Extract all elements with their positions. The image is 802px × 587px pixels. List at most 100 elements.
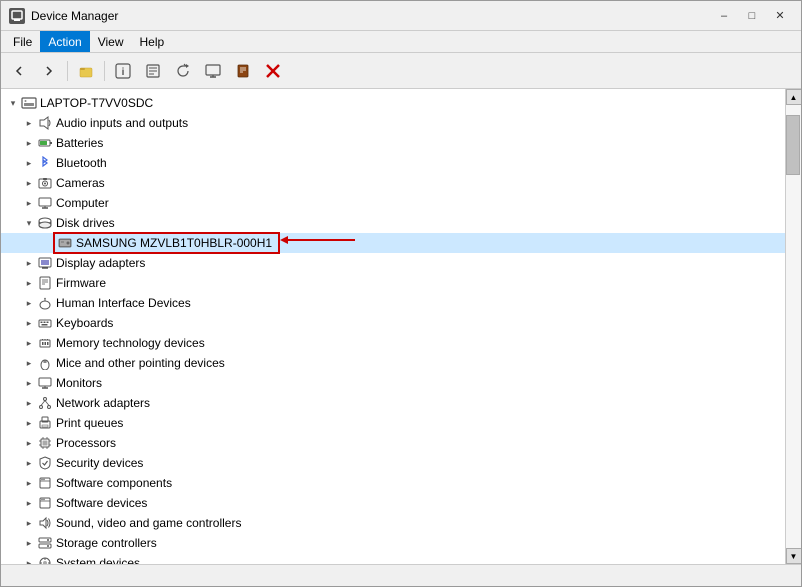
toolbar-refresh-button[interactable] <box>169 57 197 85</box>
print-expand[interactable]: ▸ <box>21 415 37 431</box>
hid-icon <box>37 295 53 311</box>
computer-label: Computer <box>56 196 109 210</box>
toolbar-separator-1 <box>67 61 68 81</box>
tree-item-keyboards[interactable]: ▸ Keyboards <box>1 313 785 333</box>
tree-item-diskdrives[interactable]: ▾ Disk drives <box>1 213 785 233</box>
tree-item-cameras[interactable]: ▸ Cameras <box>1 173 785 193</box>
memory-label: Memory technology devices <box>56 336 205 350</box>
batteries-label: Batteries <box>56 136 103 150</box>
svg-text:i: i <box>122 67 125 78</box>
menu-view[interactable]: View <box>90 31 132 52</box>
security-expand[interactable]: ▸ <box>21 455 37 471</box>
cameras-icon <box>37 175 53 191</box>
tree-item-softwarecomp[interactable]: ▸ Software components <box>1 473 785 493</box>
tree-item-audio[interactable]: ▸ Audio inputs and outputs <box>1 113 785 133</box>
tree-item-memory[interactable]: ▸ Memory technology devices <box>1 333 785 353</box>
bluetooth-expand[interactable]: ▸ <box>21 155 37 171</box>
audio-expand[interactable]: ▸ <box>21 115 37 131</box>
toolbar: i <box>1 53 801 89</box>
cameras-expand[interactable]: ▸ <box>21 175 37 191</box>
security-icon <box>37 455 53 471</box>
tree-item-batteries[interactable]: ▸ Batteries <box>1 133 785 153</box>
content-area: ▾ LAPTOP-T7VV0SDC ▸ <box>1 89 801 564</box>
tree-item-print[interactable]: ▸ Print queues <box>1 413 785 433</box>
monitors-icon <box>37 375 53 391</box>
tree-item-display[interactable]: ▸ Display adapters <box>1 253 785 273</box>
maximize-button[interactable]: □ <box>739 6 765 26</box>
tree-item-network[interactable]: ▸ Network adapters <box>1 393 785 413</box>
tree-item-samsung[interactable]: SAMSUNG MZVLB1T0HBLR-000H1 <box>1 233 785 253</box>
scroll-down-button[interactable]: ▼ <box>786 548 802 564</box>
system-expand[interactable]: ▸ <box>21 555 37 564</box>
system-label: System devices <box>56 556 140 564</box>
toolbar-info-button[interactable]: i <box>109 57 137 85</box>
softwarecomp-label: Software components <box>56 476 172 490</box>
network-expand[interactable]: ▸ <box>21 395 37 411</box>
vertical-scrollbar[interactable]: ▲ ▼ <box>785 89 801 564</box>
tree-item-softwaredev[interactable]: ▸ Software devices <box>1 493 785 513</box>
tree-item-sound[interactable]: ▸ Sound, video and game controllers <box>1 513 785 533</box>
scroll-track[interactable] <box>786 105 801 548</box>
toolbar-upfolder-button[interactable] <box>72 57 100 85</box>
samsung-disk-icon <box>57 235 73 251</box>
menu-action[interactable]: Action <box>40 31 89 52</box>
scroll-thumb[interactable] <box>786 115 800 175</box>
network-icon <box>37 395 53 411</box>
print-label: Print queues <box>56 416 123 430</box>
toolbar-back-button[interactable] <box>5 57 33 85</box>
title-bar: Device Manager – □ ✕ <box>1 1 801 31</box>
firmware-expand[interactable]: ▸ <box>21 275 37 291</box>
display-expand[interactable]: ▸ <box>21 255 37 271</box>
mice-label: Mice and other pointing devices <box>56 356 225 370</box>
tree-item-bluetooth[interactable]: ▸ Bluetooth <box>1 153 785 173</box>
bluetooth-icon <box>37 155 53 171</box>
scroll-up-button[interactable]: ▲ <box>786 89 802 105</box>
minimize-button[interactable]: – <box>711 6 737 26</box>
mice-icon <box>37 355 53 371</box>
tree-item-monitors[interactable]: ▸ Monitors <box>1 373 785 393</box>
menu-file[interactable]: File <box>5 31 40 52</box>
menu-help[interactable]: Help <box>132 31 173 52</box>
sound-icon <box>37 515 53 531</box>
samsung-expand <box>37 235 53 251</box>
security-label: Security devices <box>56 456 143 470</box>
display-label: Display adapters <box>56 256 145 270</box>
root-expand[interactable]: ▾ <box>5 95 21 111</box>
toolbar-driver-button[interactable] <box>229 57 257 85</box>
storage-expand[interactable]: ▸ <box>21 535 37 551</box>
tree-item-processors[interactable]: ▸ Processors <box>1 433 785 453</box>
softwarecomp-expand[interactable]: ▸ <box>21 475 37 491</box>
tree-root[interactable]: ▾ LAPTOP-T7VV0SDC <box>1 93 785 113</box>
device-tree: ▾ LAPTOP-T7VV0SDC ▸ <box>1 89 785 564</box>
firmware-label: Firmware <box>56 276 106 290</box>
tree-item-system[interactable]: ▸ System devices <box>1 553 785 564</box>
root-icon <box>21 95 37 111</box>
sound-expand[interactable]: ▸ <box>21 515 37 531</box>
processors-expand[interactable]: ▸ <box>21 435 37 451</box>
hid-expand[interactable]: ▸ <box>21 295 37 311</box>
diskdrives-expand[interactable]: ▾ <box>21 215 37 231</box>
mice-expand[interactable]: ▸ <box>21 355 37 371</box>
title-controls: – □ ✕ <box>711 6 793 26</box>
tree-item-storage[interactable]: ▸ Storage controllers <box>1 533 785 553</box>
tree-item-firmware[interactable]: ▸ Firmware <box>1 273 785 293</box>
toolbar-properties-button[interactable] <box>139 57 167 85</box>
softwaredev-expand[interactable]: ▸ <box>21 495 37 511</box>
diskdrives-label: Disk drives <box>56 216 115 230</box>
device-manager-window: Device Manager – □ ✕ File Action View He… <box>0 0 802 587</box>
tree-item-mice[interactable]: ▸ Mice and other pointing devices <box>1 353 785 373</box>
toolbar-delete-button[interactable] <box>259 57 287 85</box>
close-button[interactable]: ✕ <box>767 6 793 26</box>
tree-item-security[interactable]: ▸ Security devices <box>1 453 785 473</box>
tree-item-hid[interactable]: ▸ Human Interface Devices <box>1 293 785 313</box>
tree-item-computer[interactable]: ▸ Computer <box>1 193 785 213</box>
batteries-icon <box>37 135 53 151</box>
computer-icon <box>37 195 53 211</box>
toolbar-forward-button[interactable] <box>35 57 63 85</box>
monitors-expand[interactable]: ▸ <box>21 375 37 391</box>
computer-expand[interactable]: ▸ <box>21 195 37 211</box>
toolbar-monitor-button[interactable] <box>199 57 227 85</box>
batteries-expand[interactable]: ▸ <box>21 135 37 151</box>
keyboards-expand[interactable]: ▸ <box>21 315 37 331</box>
memory-expand[interactable]: ▸ <box>21 335 37 351</box>
